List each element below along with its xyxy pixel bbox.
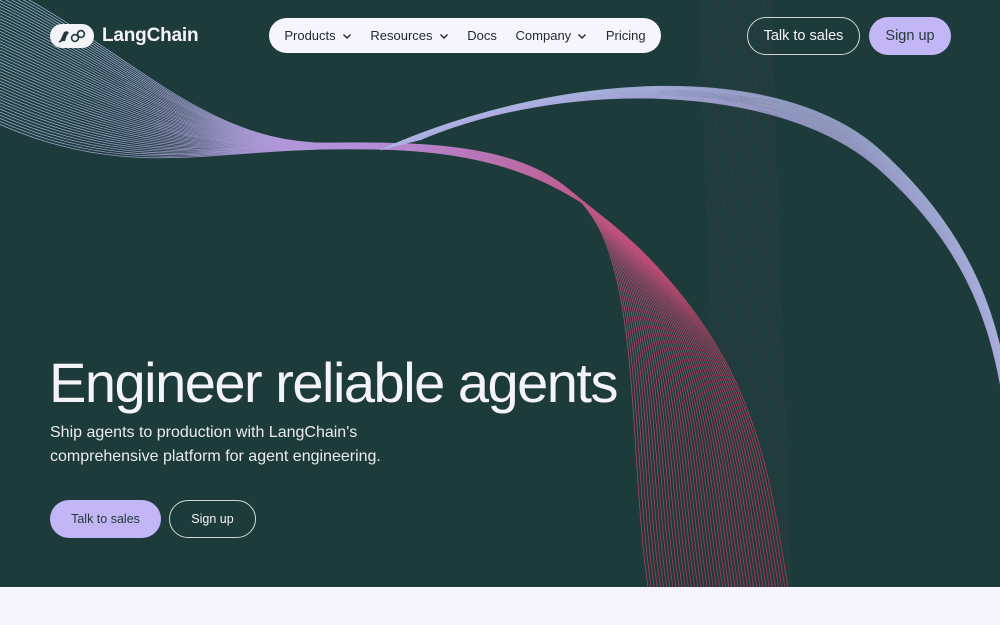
hero-section: LangChain Products Resources Docs Compan… [0,0,1000,587]
main-nav: Products Resources Docs Company Pricing [269,18,661,53]
nav-item-label: Pricing [605,28,646,43]
wave-lines-graphic [0,0,1000,587]
hero-title: Engineer reliable agents [49,351,618,414]
parrot-chain-icon [50,24,94,48]
talk-to-sales-button[interactable]: Talk to sales [747,17,860,55]
nav-item-company[interactable]: Company [516,28,588,43]
wave-line [28,0,649,587]
lower-section [0,587,1000,625]
chevron-down-icon [342,33,351,39]
chevron-down-icon [439,33,448,39]
nav-item-resources[interactable]: Resources [370,28,448,43]
wave-line [16,0,655,587]
hero-talk-to-sales-button[interactable]: Talk to sales [50,500,161,538]
nav-item-label: Docs [467,28,497,43]
hero-sign-up-button[interactable]: Sign up [169,500,256,538]
logo[interactable]: LangChain [50,23,199,49]
brand-name: LangChain [102,25,199,46]
hero-subtitle: Ship agents to production with LangChain… [50,424,381,465]
nav-item-docs[interactable]: Docs [467,28,497,43]
nav-item-label: Resources [370,28,433,43]
nav-item-pricing[interactable]: Pricing [606,28,646,43]
nav-item-label: Products [284,28,336,43]
nav-item-label: Company [515,28,572,43]
sign-up-button[interactable]: Sign up [869,17,951,55]
chevron-down-icon [578,33,587,39]
nav-item-products[interactable]: Products [284,28,351,43]
wave-line [22,0,652,587]
